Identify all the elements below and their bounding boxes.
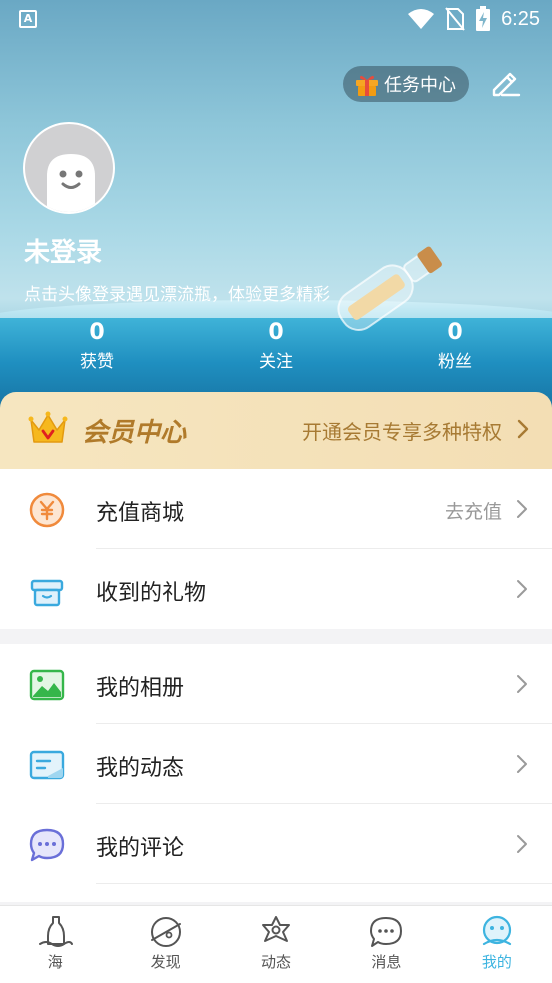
battery-charging-icon	[476, 6, 491, 31]
tab-messages[interactable]: 消息	[331, 906, 441, 983]
message-bubble-icon	[370, 917, 403, 947]
stat-followers-label: 粉丝	[438, 352, 472, 372]
menu-item-recharge-store[interactable]: 充值商城 去充值	[0, 469, 552, 549]
stat-likes-value: 0	[89, 320, 105, 345]
menu-label-my-moments: 我的动态	[96, 756, 185, 781]
stat-following-label: 关注	[259, 352, 293, 372]
sea-bottle-icon	[39, 916, 74, 947]
profile-stats: 0 获赞 0 关注 0 粉丝	[0, 320, 552, 380]
stat-followers-value: 0	[447, 320, 463, 345]
stat-following-value: 0	[268, 320, 284, 345]
menu-item-received-gifts[interactable]: 收到的礼物	[0, 549, 552, 629]
tab-discover[interactable]: 发现	[110, 906, 220, 983]
menu-label-recharge-store: 充值商城	[96, 501, 185, 526]
profile-header: A 6:25 任务中心 未登录 点击头像登录遇见漂流瓶，体验更多精彩 0 获赞 …	[0, 0, 552, 415]
menu-group-wallet: 充值商城 去充值 收到的礼物	[0, 469, 552, 629]
crown-icon	[28, 411, 68, 443]
menu-label-my-comments: 我的评论	[96, 836, 185, 861]
tab-label-sea: 海	[47, 953, 63, 971]
flower-icon	[262, 916, 291, 942]
menu-group-content: 我的相册 我的动态 我的评论	[0, 644, 552, 902]
tab-label-mine: 我的	[481, 953, 512, 971]
vip-title: 会员中心	[82, 418, 187, 448]
planet-icon	[150, 917, 181, 947]
vip-promo: 开通会员专享多种特权	[302, 420, 502, 444]
notification-a-icon: A	[19, 10, 37, 28]
gift-icon	[356, 75, 378, 96]
tab-label-moments: 动态	[261, 953, 292, 971]
task-center-button[interactable]: 任务中心	[343, 66, 469, 102]
task-center-label: 任务中心	[384, 75, 456, 96]
default-avatar-icon	[47, 154, 95, 212]
chevron-right-icon	[517, 835, 527, 853]
menu-label-received-gifts: 收到的礼物	[96, 581, 207, 606]
tab-sea[interactable]: 海	[0, 906, 110, 983]
chevron-right-icon	[517, 500, 527, 518]
comment-bubble-icon	[29, 828, 65, 862]
chevron-right-icon	[517, 675, 527, 693]
stat-likes-label: 获赞	[80, 352, 114, 372]
bottom-tab-bar: 海 发现 动态 消息 我的	[0, 905, 552, 983]
chevron-right-icon	[517, 580, 527, 598]
edit-profile-icon[interactable]	[486, 64, 522, 100]
chevron-right-icon	[517, 419, 529, 439]
moments-card-icon	[29, 750, 65, 780]
stat-likes[interactable]: 0 获赞	[37, 320, 157, 372]
menu-item-my-comments[interactable]: 我的评论	[0, 804, 552, 884]
no-sim-icon	[445, 7, 465, 31]
menu-item-my-moments[interactable]: 我的动态	[0, 724, 552, 804]
status-icons: 6:25	[407, 6, 540, 32]
status-bar: A 6:25	[0, 0, 552, 38]
yuan-coin-icon	[29, 492, 65, 528]
menu-extra-recharge: 去充值	[444, 501, 502, 523]
stat-followers[interactable]: 0 粉丝	[395, 320, 515, 372]
username[interactable]: 未登录	[24, 232, 102, 269]
chevron-right-icon	[517, 755, 527, 773]
tab-label-discover: 发现	[150, 953, 181, 971]
tab-mine[interactable]: 我的	[442, 906, 552, 983]
tab-label-messages: 消息	[371, 953, 402, 971]
divider	[96, 883, 552, 884]
profile-face-icon	[482, 915, 511, 946]
menu-label-my-album: 我的相册	[96, 676, 185, 701]
status-time: 6:25	[501, 7, 540, 30]
avatar[interactable]	[23, 122, 115, 214]
vip-center-card[interactable]: 会员中心 开通会员专享多种特权	[0, 392, 552, 470]
wifi-icon	[408, 9, 435, 29]
photo-album-icon	[29, 669, 65, 701]
stat-following[interactable]: 0 关注	[216, 320, 336, 372]
gift-box-icon	[30, 579, 64, 607]
menu-item-my-album[interactable]: 我的相册	[0, 644, 552, 724]
login-tip: 点击头像登录遇见漂流瓶，体验更多精彩	[24, 285, 330, 305]
tab-moments[interactable]: 动态	[221, 906, 331, 983]
